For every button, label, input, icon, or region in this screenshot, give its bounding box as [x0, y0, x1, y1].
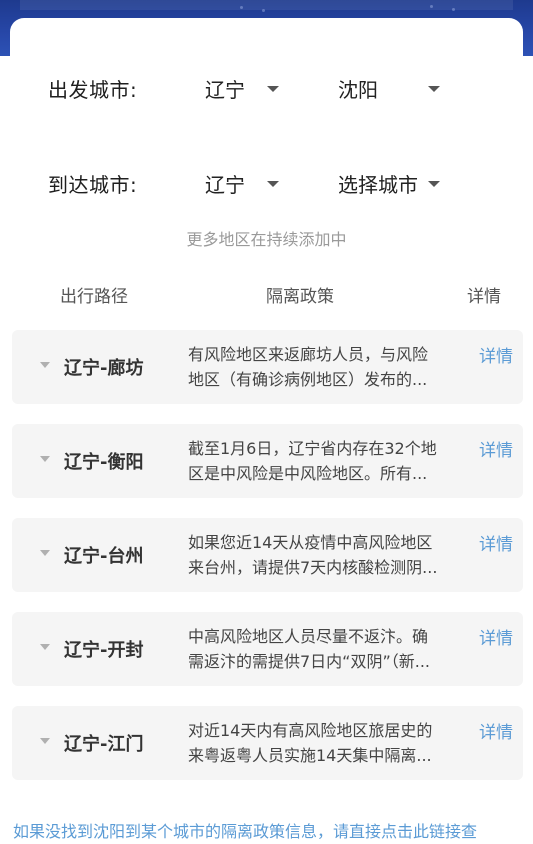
arrival-city-value: 选择城市 — [338, 173, 418, 197]
more-regions-hint: 更多地区在持续添加中 — [186, 230, 347, 249]
policy-summary: 对近14天内有高风险地区旅居史的 来粤返粤人员实施14天集中隔离... — [188, 718, 464, 768]
route-name: 辽宁-台州 — [64, 546, 144, 567]
policy-line: 中高风险地区人员尽量不返汴。确 — [188, 627, 429, 646]
policy-row[interactable]: 辽宁-衡阳 截至1月6日，辽宁省内存在32个地 区是中风险是中风险地区。所有..… — [12, 424, 523, 498]
policy-row[interactable]: 辽宁-开封 中高风险地区人员尽量不返汴。确 需返汴的需提供7日内“双阴”（新..… — [12, 612, 523, 686]
caret-down-icon — [40, 362, 50, 368]
policy-line: 对近14天内有高风险地区旅居史的 — [188, 721, 433, 740]
policy-line: 截至1月6日，辽宁省内存在32个地 — [188, 439, 437, 458]
chevron-down-icon — [267, 180, 279, 187]
route-name: 辽宁-开封 — [64, 640, 144, 661]
banner-strip — [20, 0, 513, 10]
chevron-down-icon — [267, 85, 279, 92]
departure-province-select[interactable]: 辽宁 — [205, 74, 279, 103]
policy-row[interactable]: 辽宁-台州 如果您近14天从疫情中高风险地区 来台州，请提供7天内核酸检测阴..… — [12, 518, 523, 592]
chevron-down-icon — [428, 180, 440, 187]
detail-link[interactable]: 详情 — [479, 436, 513, 461]
departure-province-value: 辽宁 — [205, 78, 245, 102]
arrival-province-select[interactable]: 辽宁 — [205, 169, 279, 198]
banner-decoration — [240, 6, 243, 9]
detail-link[interactable]: 详情 — [479, 342, 513, 367]
policy-summary: 截至1月6日，辽宁省内存在32个地 区是中风险是中风险地区。所有... — [188, 436, 464, 486]
banner-decoration — [430, 5, 433, 8]
policy-line: 区是中风险是中风险地区。所有... — [188, 464, 428, 483]
arrival-city-select[interactable]: 选择城市 — [338, 169, 440, 198]
policy-line: 需返汴的需提供7日内“双阴”（新... — [188, 652, 431, 671]
chevron-down-icon — [428, 85, 440, 92]
policy-summary: 有风险地区来返廊坊人员，与风险 地区（有确诊病例地区）发布的... — [188, 342, 464, 392]
arrival-label: 到达城市: — [48, 173, 138, 197]
arrival-province-value: 辽宁 — [205, 173, 245, 197]
departure-city-value: 沈阳 — [338, 78, 378, 102]
detail-link[interactable]: 详情 — [479, 624, 513, 649]
caret-down-icon — [40, 644, 50, 650]
policy-line: 来台州，请提供7天内核酸检测阴... — [188, 558, 438, 577]
missing-policy-link[interactable]: 如果没找到沈阳到某个城市的隔离政策信息，请直接点击此链接查 — [13, 818, 477, 842]
policy-summary: 中高风险地区人员尽量不返汴。确 需返汴的需提供7日内“双阴”（新... — [188, 624, 464, 674]
banner-decoration — [452, 8, 455, 11]
column-header-route: 出行路径 — [60, 287, 128, 307]
caret-down-icon — [40, 738, 50, 744]
departure-label: 出发城市: — [48, 78, 138, 102]
column-header-policy: 隔离政策 — [266, 287, 334, 307]
route-name: 辽宁-衡阳 — [64, 452, 144, 473]
policy-line: 来粤返粤人员实施14天集中隔离... — [188, 746, 432, 765]
route-name: 辽宁-廊坊 — [64, 358, 144, 379]
route-name: 辽宁-江门 — [64, 734, 144, 755]
departure-city-select[interactable]: 沈阳 — [338, 74, 440, 103]
column-header-detail: 详情 — [467, 287, 501, 307]
policy-summary: 如果您近14天从疫情中高风险地区 来台州，请提供7天内核酸检测阴... — [188, 530, 464, 580]
policy-line: 如果您近14天从疫情中高风险地区 — [188, 533, 433, 552]
caret-down-icon — [40, 550, 50, 556]
policy-row[interactable]: 辽宁-廊坊 有风险地区来返廊坊人员，与风险 地区（有确诊病例地区）发布的... … — [12, 330, 523, 404]
policy-row[interactable]: 辽宁-江门 对近14天内有高风险地区旅居史的 来粤返粤人员实施14天集中隔离..… — [12, 706, 523, 780]
policy-line: 有风险地区来返廊坊人员，与风险 — [188, 345, 429, 364]
detail-link[interactable]: 详情 — [479, 718, 513, 743]
policy-line: 地区（有确诊病例地区）发布的... — [188, 370, 428, 389]
caret-down-icon — [40, 456, 50, 462]
banner-decoration — [262, 9, 265, 12]
detail-link[interactable]: 详情 — [479, 530, 513, 555]
